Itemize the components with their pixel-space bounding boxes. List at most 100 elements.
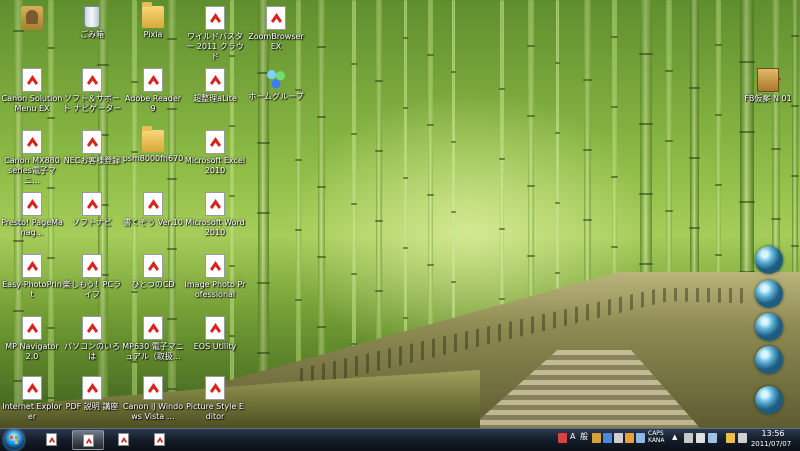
bamboo-node <box>451 71 456 73</box>
desktop-icon-hitotsu-cd[interactable]: ひとつのCD <box>121 250 185 312</box>
power-icon[interactable] <box>726 433 735 443</box>
bamboo-node <box>555 132 560 134</box>
pdf-icon <box>22 254 42 278</box>
bamboo-node <box>427 54 434 56</box>
bamboo-node <box>257 282 270 284</box>
bamboo-node <box>257 142 270 144</box>
bamboo-node <box>665 210 673 212</box>
bamboo-node <box>257 212 270 214</box>
pdf-icon <box>22 130 42 154</box>
bamboo-node <box>689 227 700 229</box>
pdf-icon <box>46 433 57 446</box>
desktop-icon-adobe-reader[interactable]: Adobe Reader 9 <box>121 64 185 126</box>
pdf-icon <box>82 316 102 340</box>
pdf-icon <box>143 376 163 400</box>
desktop-icon-internet-explorer[interactable]: Internet Explorer <box>0 372 64 434</box>
bamboo-node <box>639 53 653 55</box>
desktop-icon-wild-buster[interactable]: ワイルドバスター 2011 クラウド <box>183 2 247 64</box>
desktop-icon-easy-photoprint[interactable]: Easy-PhotoPrint <box>0 250 64 312</box>
bamboo-node <box>451 141 456 143</box>
pdf-icon <box>205 130 225 154</box>
pdf-icon <box>82 254 102 278</box>
ime-bar-icon[interactable] <box>558 433 567 443</box>
desktop-icon-nec-registration[interactable]: NECお客様登録 <box>60 126 124 188</box>
pdf-icon <box>154 433 165 446</box>
bamboo-node <box>611 176 618 178</box>
pdf-icon <box>205 192 225 216</box>
ime-input-mode[interactable]: A <box>570 432 575 442</box>
ime-conversion-mode[interactable]: 般 <box>580 432 588 442</box>
desktop-icon-word-2010[interactable]: Microsoft Word 2010 <box>183 188 247 250</box>
device-icon[interactable] <box>696 433 705 443</box>
bamboo-node <box>427 264 434 266</box>
clock-date[interactable]: 2011/07/07 <box>744 439 798 449</box>
gadget-orb-5[interactable] <box>755 386 783 414</box>
desktop-icon-psm8000[interactable]: psm8000fh670 <box>121 126 185 188</box>
desktop-icon-pc-life[interactable]: 楽しもう！PCライフ <box>60 250 124 312</box>
clock-time[interactable]: 13:56 <box>752 429 794 439</box>
folder-icon <box>142 126 164 152</box>
start-button[interactable] <box>4 430 24 450</box>
desktop-icon-canon-solution-menu[interactable]: Canon Solution Menu EX <box>0 64 64 126</box>
task-pdf-2[interactable] <box>72 430 104 450</box>
bamboo-node <box>611 36 618 38</box>
gadget-orb-2[interactable] <box>755 280 783 308</box>
pdf-icon <box>266 6 286 30</box>
desktop-icon-pc-iroha[interactable]: パソコンのいろは <box>60 312 124 374</box>
lang-bar-status[interactable]: CAPS KANA <box>648 430 668 444</box>
desktop-icon-canon-ij-vista[interactable]: Canon iJ Windows Vista … <box>121 372 185 434</box>
bamboo-node <box>583 219 592 221</box>
ime-help-icon[interactable] <box>625 433 634 443</box>
task-pdf-3[interactable] <box>108 430 140 450</box>
desktop-icon-mp-navigator[interactable]: MP Navigator 2.0 <box>0 312 64 374</box>
gadget-orb-4[interactable] <box>755 346 783 374</box>
desktop-icon-mp630-manual[interactable]: MP630 電子マニュアル（取扱… <box>121 312 185 374</box>
desktop-icon-pdf-guide[interactable]: PDF 説明 講座 <box>60 372 124 434</box>
desktop-icon-picture-style-editor[interactable]: Picture Style Editor <box>183 372 247 434</box>
ime-options-icon[interactable] <box>636 433 645 443</box>
ime-dictionary-icon[interactable] <box>603 433 612 443</box>
desktop-icon-soft-support-navi[interactable]: ソフト＆サポート ナビゲーター <box>60 64 124 126</box>
bamboo-node <box>451 281 456 283</box>
desktop-icon-fb-archive[interactable]: FB仮案 N 01 <box>736 64 800 126</box>
pdf-icon <box>22 316 42 340</box>
bamboo-node <box>257 352 270 354</box>
bamboo-node <box>739 201 755 203</box>
homegroup-icon <box>265 68 287 90</box>
bamboo-node <box>715 254 722 256</box>
gadget-orb-3[interactable] <box>755 313 783 341</box>
desktop-icon-homegroup[interactable]: ホームグループ <box>244 64 308 126</box>
desktop-icon-kakuzou[interactable]: 書くぞう Ver.10 <box>121 188 185 250</box>
bamboo-node <box>375 290 383 292</box>
desktop-icon-canon-mx880[interactable]: Canon MX880 series電子マニ… <box>0 126 64 188</box>
bamboo-node <box>499 88 505 90</box>
desktop-icon-user-folder[interactable] <box>0 2 64 64</box>
bamboo-node <box>451 211 456 213</box>
action-center-icon[interactable] <box>684 433 693 443</box>
desktop-icon-image-photo-pro[interactable]: Image Photo Professional <box>183 250 247 312</box>
desktop-icon-excel-2010[interactable]: Microsoft Excel 2010 <box>183 126 247 188</box>
task-pdf-1[interactable] <box>36 430 68 450</box>
ime-pad-icon[interactable] <box>614 433 623 443</box>
bamboo-node <box>715 114 722 116</box>
network-icon[interactable] <box>708 433 717 443</box>
desktop-icon-zoombrowser[interactable]: ZoomBrowser EX <box>244 2 308 64</box>
ime-tool-icon[interactable] <box>592 433 601 443</box>
desktop-icon-soft-navi[interactable]: ソフトナビ <box>60 188 124 250</box>
desktop-icon-eos-utility[interactable]: EOS Utility <box>183 312 247 374</box>
show-hidden-icons[interactable]: ▲ <box>672 432 677 442</box>
bamboo-node <box>527 115 535 117</box>
pdf-icon <box>143 192 163 216</box>
bamboo-node <box>771 218 781 220</box>
bamboo-node <box>639 123 653 125</box>
desktop-icon-chouseiri[interactable]: 超整理aLite <box>183 64 247 126</box>
bamboo-node <box>739 61 755 63</box>
task-pdf-4[interactable] <box>144 430 176 450</box>
bamboo-node <box>689 157 700 159</box>
desktop-icon-recycle-bin[interactable]: ごみ箱 <box>60 2 124 64</box>
gadget-orb-1[interactable] <box>755 246 783 274</box>
desktop-icon-pixla[interactable]: Pixla <box>121 2 185 64</box>
bamboo-node <box>295 299 302 301</box>
desktop-icon-presto[interactable]: Presto! PageManag... <box>0 188 64 250</box>
bamboo-node <box>375 150 383 152</box>
